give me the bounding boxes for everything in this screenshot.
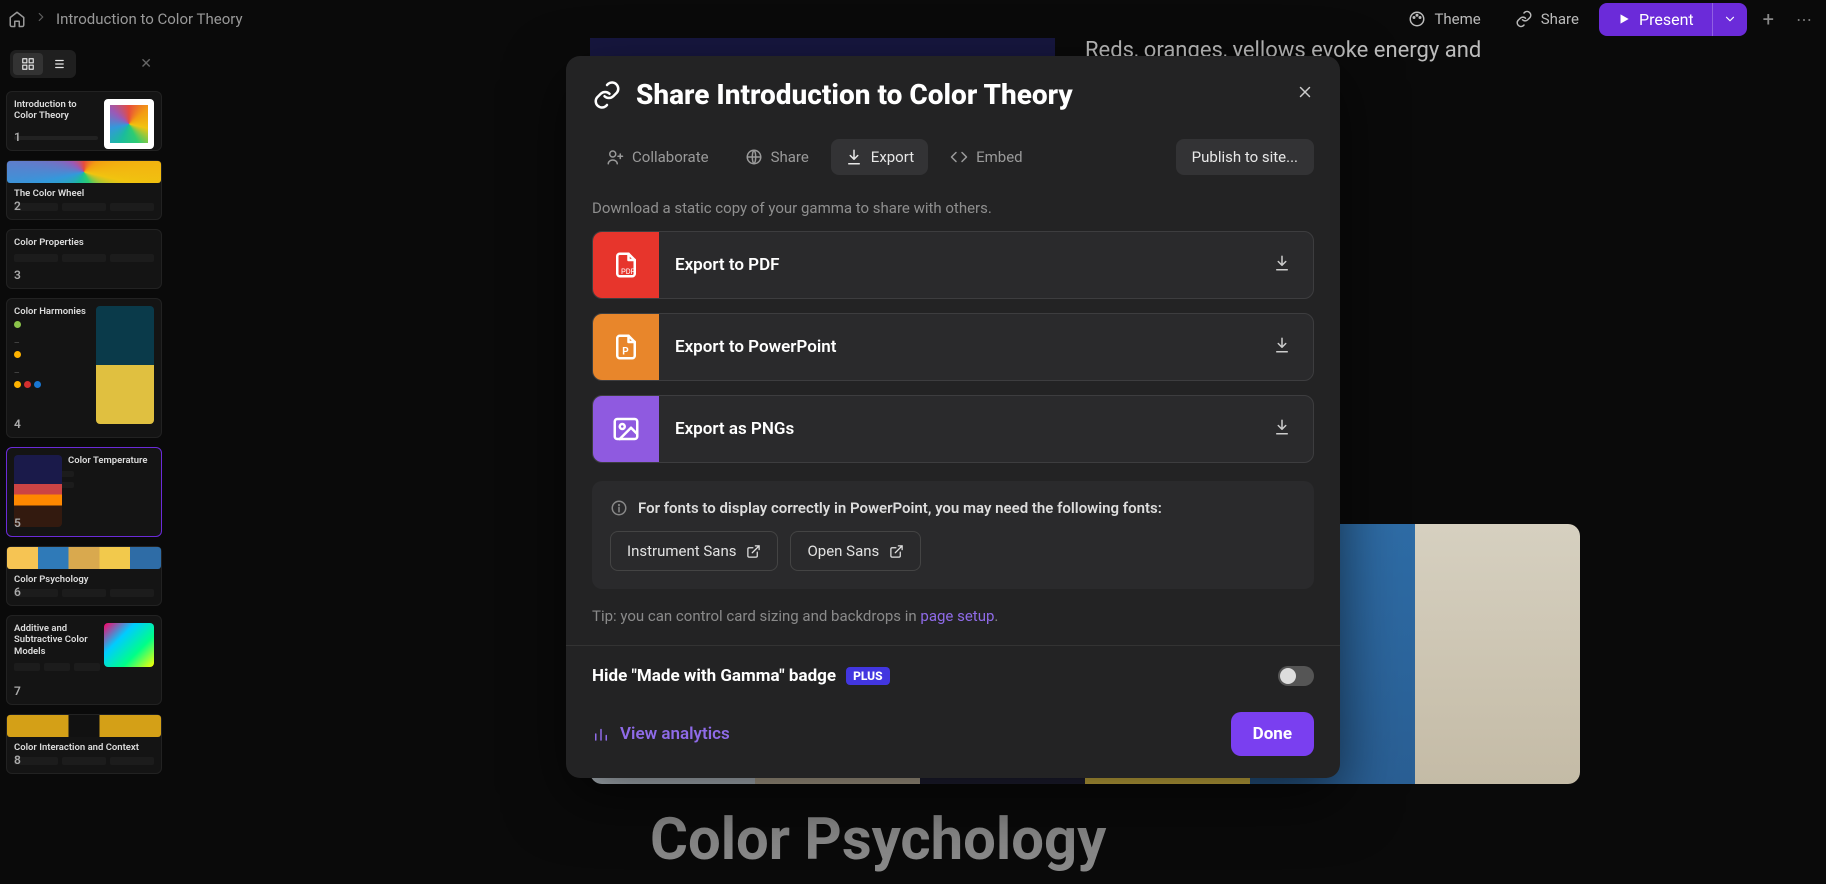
thumb-image xyxy=(7,161,161,183)
breadcrumb-title[interactable]: Introduction to Color Theory xyxy=(56,10,243,28)
palette-icon xyxy=(1408,10,1426,28)
thumb-image xyxy=(104,623,154,667)
thumbnail-3[interactable]: Color Properties 3 xyxy=(6,229,162,289)
thumbnail-1[interactable]: Introduction to Color Theory 1 xyxy=(6,91,162,151)
thumbnail-4[interactable]: Color Harmonies — — 4 xyxy=(6,298,162,438)
info-icon xyxy=(610,499,628,517)
chevron-right-icon xyxy=(34,10,48,28)
external-link-icon xyxy=(889,544,904,559)
grid-view-icon[interactable] xyxy=(13,53,43,75)
present-button[interactable]: Present xyxy=(1599,3,1712,36)
thumbnail-7[interactable]: Additive and Subtractive Color Models 7 xyxy=(6,615,162,705)
add-button[interactable]: + xyxy=(1753,7,1784,31)
tab-export[interactable]: Export xyxy=(831,139,928,175)
hide-badge-toggle[interactable] xyxy=(1278,666,1314,686)
external-link-icon xyxy=(746,544,761,559)
export-powerpoint-button[interactable]: P Export to PowerPoint xyxy=(592,313,1314,381)
code-icon xyxy=(950,148,968,166)
thumbnail-2[interactable]: The Color Wheel 2 xyxy=(6,160,162,220)
play-icon xyxy=(1617,12,1631,26)
present-dropdown[interactable] xyxy=(1712,3,1747,36)
link-icon xyxy=(1515,10,1533,28)
tab-share[interactable]: Share xyxy=(731,139,823,175)
section-heading: Color Psychology xyxy=(650,806,1106,874)
top-bar: Introduction to Color Theory Theme Share… xyxy=(0,0,1826,38)
tab-embed[interactable]: Embed xyxy=(936,139,1037,175)
view-analytics-button[interactable]: View analytics xyxy=(592,724,730,744)
plus-badge: PLUS xyxy=(846,667,890,685)
powerpoint-icon: P xyxy=(593,314,659,380)
thumb-image xyxy=(7,547,161,569)
page-setup-tip: Tip: you can control card sizing and bac… xyxy=(592,607,1314,625)
thumbnail-8[interactable]: Color Interaction and Context 8 xyxy=(6,714,162,774)
export-png-button[interactable]: Export as PNGs xyxy=(592,395,1314,463)
close-sidebar-icon[interactable]: ✕ xyxy=(140,56,152,72)
pdf-icon: PDF xyxy=(593,232,659,298)
font-open-sans[interactable]: Open Sans xyxy=(790,531,921,571)
share-modal: Share Introduction to Color Theory Colla… xyxy=(566,56,1340,778)
thumb-image xyxy=(96,306,154,424)
thumb-image xyxy=(7,715,161,737)
user-plus-icon xyxy=(606,148,624,166)
chart-icon xyxy=(592,725,610,743)
tab-collaborate[interactable]: Collaborate xyxy=(592,139,723,175)
thumbnail-5[interactable]: Color Temperature 5 xyxy=(6,447,162,537)
thumb-image xyxy=(14,455,62,527)
chevron-down-icon xyxy=(1723,12,1737,26)
download-icon xyxy=(1273,254,1291,276)
download-icon xyxy=(1273,418,1291,440)
view-toggle[interactable] xyxy=(10,50,76,78)
download-icon xyxy=(845,148,863,166)
link-icon xyxy=(592,80,622,110)
export-description: Download a static copy of your gamma to … xyxy=(592,199,1314,217)
more-icon[interactable]: ⋯ xyxy=(1790,10,1818,29)
done-button[interactable]: Done xyxy=(1231,712,1314,756)
font-note: For fonts to display correctly in PowerP… xyxy=(592,481,1314,589)
home-icon[interactable] xyxy=(8,10,26,28)
thumbnail-sidebar: ✕ Introduction to Color Theory 1 The Col… xyxy=(0,38,170,884)
download-icon xyxy=(1273,336,1291,358)
thumbnail-6[interactable]: Color Psychology 6 xyxy=(6,546,162,606)
theme-button[interactable]: Theme xyxy=(1394,3,1494,35)
font-instrument-sans[interactable]: Instrument Sans xyxy=(610,531,778,571)
hide-badge-label: Hide "Made with Gamma" badge xyxy=(592,666,836,686)
modal-title: Share Introduction to Color Theory xyxy=(636,78,1073,111)
page-setup-link[interactable]: page setup xyxy=(920,607,994,625)
publish-button[interactable]: Publish to site... xyxy=(1176,139,1314,175)
close-icon[interactable] xyxy=(1296,83,1314,106)
export-pdf-button[interactable]: PDF Export to PDF xyxy=(592,231,1314,299)
list-view-icon[interactable] xyxy=(43,53,73,75)
svg-text:PDF: PDF xyxy=(621,267,635,276)
thumb-image xyxy=(104,99,154,149)
globe-icon xyxy=(745,148,763,166)
svg-text:P: P xyxy=(622,347,629,358)
share-button[interactable]: Share xyxy=(1501,3,1593,35)
image-icon xyxy=(593,396,659,462)
